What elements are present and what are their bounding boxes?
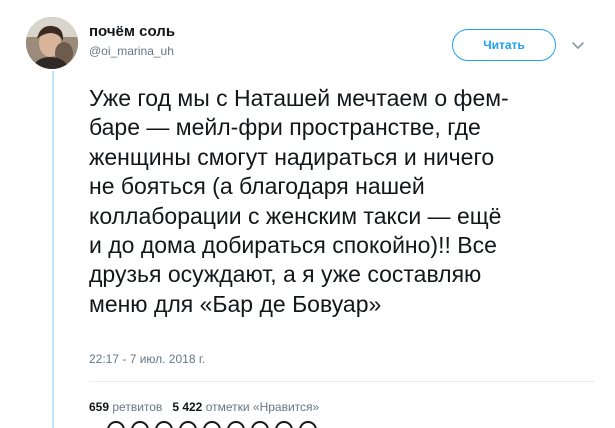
- author-handle[interactable]: @oi_marina_uh: [89, 44, 174, 58]
- liker-avatars[interactable]: [107, 421, 347, 428]
- thread-line: [52, 71, 54, 428]
- chevron-down-icon[interactable]: [571, 38, 585, 52]
- tweet-text: Уже год мы с Наташей мечтаем о фем- баре…: [89, 85, 509, 317]
- liker-avatar: [155, 421, 173, 428]
- liker-avatar: [275, 421, 293, 428]
- retweets-label: ретвитов: [112, 400, 163, 414]
- liker-avatar: [179, 421, 197, 428]
- liker-avatar: [227, 421, 245, 428]
- liker-avatar: [203, 421, 221, 428]
- tweet-stats: 659 ретвитов 5 422 отметки «Нравится»: [89, 400, 319, 414]
- liker-avatar: [251, 421, 269, 428]
- liker-avatar: [131, 421, 149, 428]
- divider: [89, 381, 594, 382]
- retweets-stat[interactable]: 659 ретвитов: [89, 400, 162, 414]
- likes-label: отметки «Нравится»: [205, 400, 320, 414]
- liker-avatar: [107, 421, 125, 428]
- avatar[interactable]: [26, 17, 78, 69]
- user-avatar-icon: [26, 17, 78, 69]
- likes-count: 5 422: [172, 400, 203, 414]
- liker-avatar: [299, 421, 317, 428]
- follow-button[interactable]: Читать: [452, 29, 556, 61]
- author-name[interactable]: почём соль: [89, 23, 175, 40]
- likes-stat[interactable]: 5 422 отметки «Нравится»: [172, 400, 319, 414]
- retweets-count: 659: [89, 400, 110, 414]
- tweet-timestamp[interactable]: 22:17 - 7 июл. 2018 г.: [89, 352, 205, 366]
